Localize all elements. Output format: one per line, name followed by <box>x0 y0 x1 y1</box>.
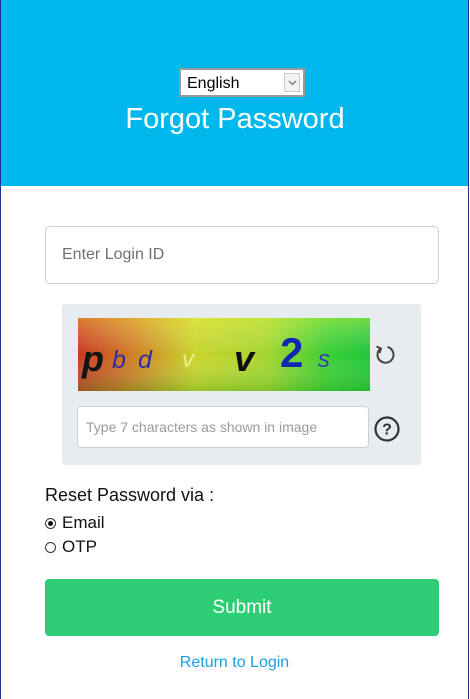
refresh-icon[interactable] <box>370 339 400 369</box>
language-selected-value: English <box>187 75 240 92</box>
reset-via-label: Reset Password via : <box>45 485 215 505</box>
language-select[interactable]: English <box>179 68 305 97</box>
question-mark-icon[interactable]: ? <box>373 415 401 443</box>
captcha-image: p b d v v 2 s <box>78 318 370 391</box>
svg-text:v: v <box>182 346 196 373</box>
svg-text:s: s <box>318 346 330 373</box>
svg-text:p: p <box>81 338 104 379</box>
svg-text:b: b <box>112 346 126 374</box>
svg-text:2: 2 <box>280 329 303 376</box>
radio-email-indicator[interactable] <box>45 517 56 529</box>
radio-otp[interactable]: OTP <box>45 537 97 557</box>
header-banner: English Forgot Password <box>1 0 469 186</box>
submit-button[interactable]: Submit <box>45 579 439 636</box>
radio-email-label: Email <box>62 513 105 532</box>
login-id-input[interactable] <box>45 226 439 284</box>
chevron-down-icon <box>284 73 300 92</box>
svg-text:?: ? <box>382 422 392 439</box>
return-to-login-link[interactable]: Return to Login <box>0 654 469 672</box>
radio-email[interactable]: Email <box>45 513 105 533</box>
radio-otp-label: OTP <box>62 537 97 556</box>
captcha-input[interactable] <box>77 406 369 448</box>
radio-otp-indicator[interactable] <box>45 541 56 553</box>
svg-text:v: v <box>234 338 256 379</box>
page-title: Forgot Password <box>125 103 345 135</box>
svg-text:d: d <box>138 346 153 374</box>
